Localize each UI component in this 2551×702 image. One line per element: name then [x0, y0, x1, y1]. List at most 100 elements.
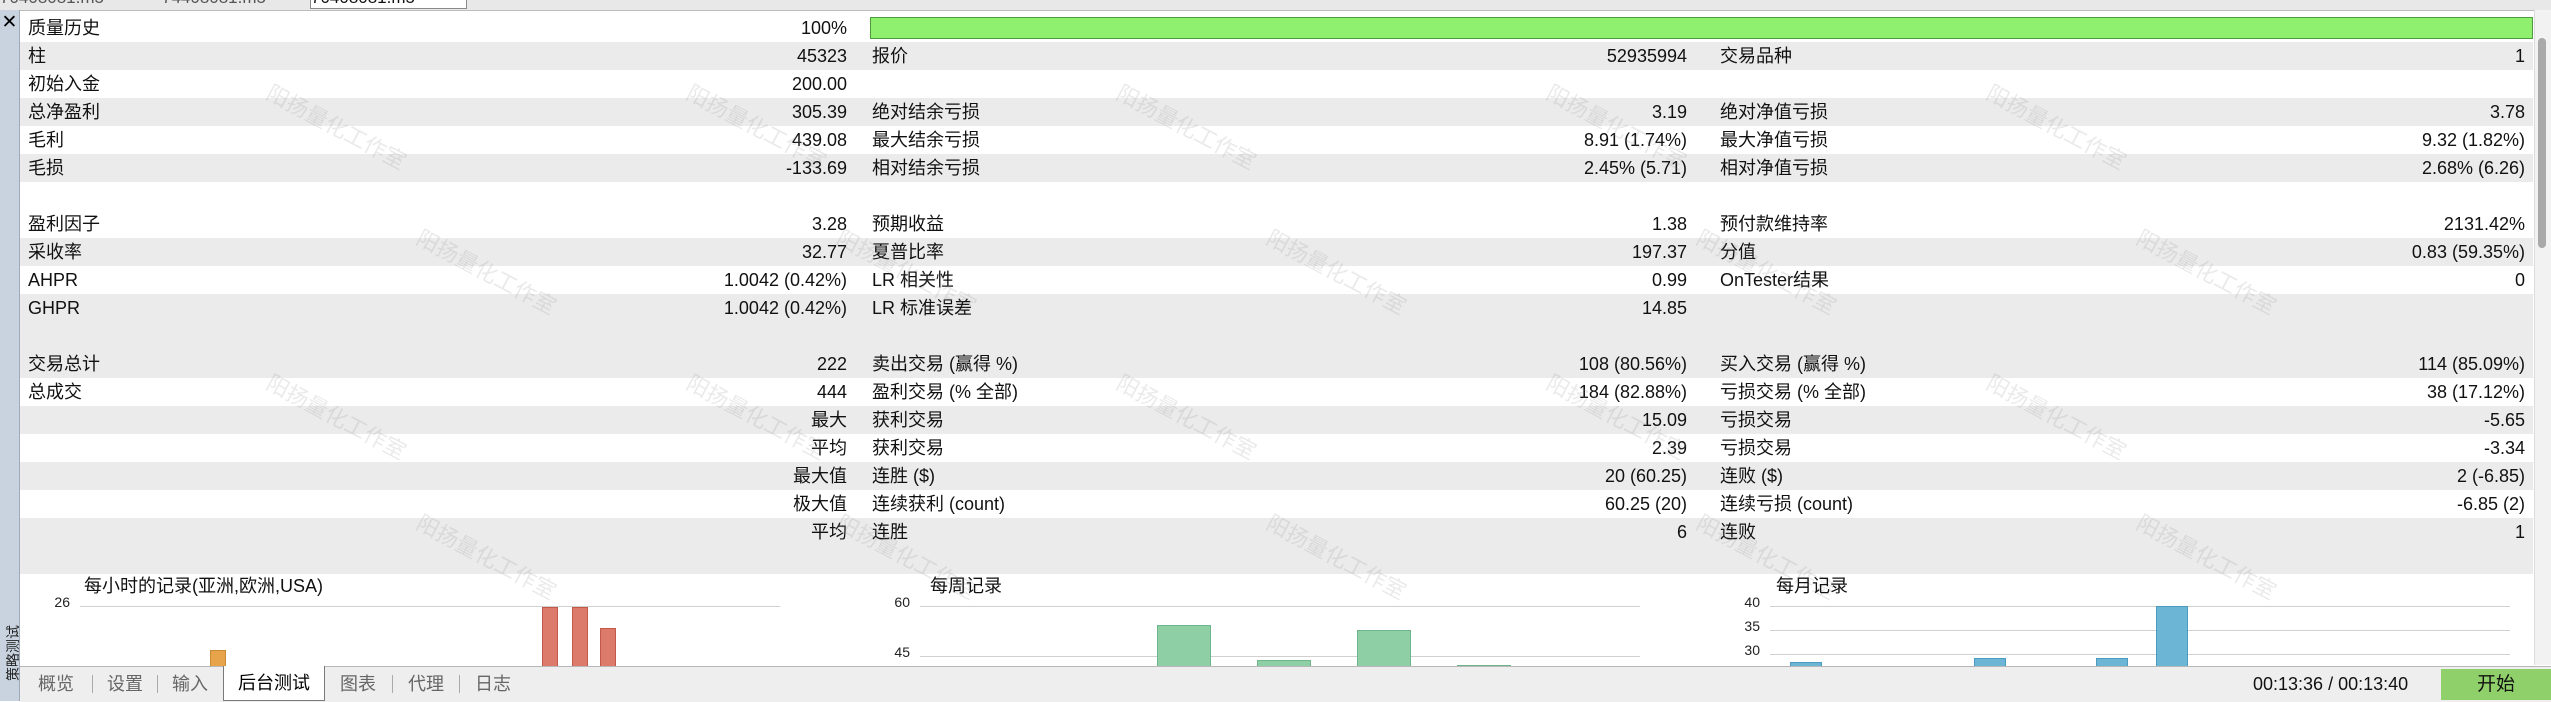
- file-tab-strip: 70408081.m5 74408081.m5 70408081.m5: [0, 0, 2551, 11]
- label-col3: 亏损交易: [1720, 438, 1792, 458]
- label-col2: 相对结余亏损: [872, 158, 980, 178]
- close-icon[interactable]: ✕: [1, 13, 18, 32]
- label-col1: 初始入金: [28, 74, 100, 94]
- value-col3: -5.65: [2483, 410, 2525, 430]
- report-row: 毛损 -133.69 相对结余亏损 2.45% (5.71) 相对净值亏损 2.68% (…: [20, 154, 2533, 182]
- value-col2: 0.99: [1651, 270, 1687, 290]
- value-col1: 444: [816, 382, 847, 402]
- spacer-row: [20, 182, 2533, 210]
- label-col2: 绝对结余亏损: [872, 102, 980, 122]
- value-col2: 197.37: [1631, 242, 1687, 262]
- tab-journal[interactable]: 日志: [460, 667, 526, 701]
- report-row: 交易总计 222 卖出交易 (赢得 %) 108 (80.56%) 买入交易 (赢得 %…: [20, 350, 2533, 378]
- scrollbar-thumb[interactable]: [2538, 38, 2546, 248]
- label-col2: LR 标准误差: [872, 298, 973, 318]
- report-row: 采收率 32.77 夏普比率 197.37 分值 0.83 (59.35%): [20, 238, 2533, 266]
- label-col1: AHPR: [28, 270, 79, 290]
- label-col2: 盈利交易 (% 全部): [872, 382, 1018, 402]
- value-col3: 2 (-6.85): [2456, 466, 2525, 486]
- value-col1: 1.0042 (0.42%): [723, 298, 847, 318]
- value-col3: -6.85 (2): [2456, 494, 2525, 514]
- tab-overview[interactable]: 概览: [20, 667, 92, 701]
- value-col2: 108 (80.56%): [1578, 354, 1687, 374]
- spacer-row: [20, 322, 2533, 350]
- value-col2: 2.45% (5.71): [1583, 158, 1687, 178]
- spacer-row: [20, 546, 2533, 574]
- bar-week-3: [1357, 630, 1411, 669]
- backtest-report: 质量历史 100% 柱 45323 报价 52935994 交易品种 1 初始入金 200.0…: [20, 14, 2533, 574]
- label-col3: 亏损交易: [1720, 410, 1792, 430]
- y-tick: 26: [54, 594, 70, 610]
- value-col2: 14.85: [1641, 298, 1687, 318]
- value-col2: 3.19: [1651, 102, 1687, 122]
- label-col3: 连败: [1720, 522, 1756, 542]
- report-row: 平均 连胜 6 连败 1: [20, 518, 2533, 546]
- gridline: [920, 606, 1640, 607]
- report-row: 柱 45323 报价 52935994 交易品种 1: [20, 42, 2533, 70]
- value-col1: 极大值: [793, 494, 847, 514]
- value-col1: 305.39: [791, 102, 847, 122]
- file-tab[interactable]: 74408081.m5: [162, 0, 312, 8]
- value-col3: 1: [2514, 46, 2525, 66]
- label-col1: 盈利因子: [28, 214, 100, 234]
- tab-settings[interactable]: 设置: [93, 667, 157, 701]
- label-col2: 连胜 ($): [872, 466, 935, 486]
- label-col3: 连败 ($): [1720, 466, 1783, 486]
- y-tick: 30: [1744, 642, 1760, 658]
- label-col2: 连胜: [872, 522, 908, 542]
- report-row: 毛利 439.08 最大结余亏损 8.91 (1.74%) 最大净值亏损 9.32 (1.…: [20, 126, 2533, 154]
- label-col2: 报价: [872, 46, 908, 66]
- file-tab-active[interactable]: 70408081.m5: [310, 0, 467, 9]
- chart-title: 每月记录: [1776, 576, 1848, 596]
- file-tab[interactable]: 70408081.m5: [0, 0, 150, 8]
- value-col3: 38 (17.12%): [2426, 382, 2525, 402]
- bar-month-7: [2156, 606, 2188, 669]
- quality-label: 质量历史: [28, 18, 100, 38]
- label-col1: 毛利: [28, 130, 64, 150]
- value-col1: 32.77: [801, 242, 847, 262]
- label-col2: 获利交易: [872, 410, 944, 430]
- label-col3: 相对净值亏损: [1720, 158, 1828, 178]
- label-col2: LR 相关性: [872, 270, 955, 290]
- report-row: 初始入金 200.00: [20, 70, 2533, 98]
- tab-backtest[interactable]: 后台测试: [223, 666, 325, 701]
- value-col2: 2.39: [1651, 438, 1687, 458]
- quality-value: 100%: [800, 18, 847, 38]
- value-col1: -133.69: [785, 158, 847, 178]
- monthly-chart: 每月记录 40 35 30: [1730, 572, 2530, 669]
- value-col3: 114 (85.09%): [2418, 354, 2525, 374]
- label-col3: 分值: [1720, 242, 1756, 262]
- report-row: 盈利因子 3.28 预期收益 1.38 预付款维持率 2131.42%: [20, 210, 2533, 238]
- hourly-chart: 每小时的记录(亚洲,欧洲,USA) 26: [40, 572, 830, 669]
- value-col1: 平均: [811, 438, 847, 458]
- bottom-tab-bar: 概览 设置 输入 后台测试 图表 代理 日志 00:13:36 / 00:13:…: [20, 666, 2551, 702]
- value-col2: 60.25 (20): [1604, 494, 1687, 514]
- label-col1: 柱: [28, 46, 46, 66]
- bar-hour-12: [542, 607, 558, 669]
- panel-vertical-label: 策略测试: [5, 625, 21, 681]
- report-row: GHPR 1.0042 (0.42%) LR 标准误差 14.85: [20, 294, 2533, 322]
- value-col2: 20 (60.25): [1604, 466, 1687, 486]
- tab-inputs[interactable]: 输入: [158, 667, 222, 701]
- vertical-scrollbar[interactable]: [2534, 10, 2551, 665]
- tab-graph[interactable]: 图表: [324, 667, 392, 701]
- value-col1: 45323: [796, 46, 847, 66]
- value-col2: 52935994: [1606, 46, 1687, 66]
- label-col2: 卖出交易 (赢得 %): [872, 354, 1018, 374]
- value-col1: 最大: [811, 410, 847, 430]
- value-col1: 最大值: [793, 466, 847, 486]
- report-row: 总净盈利 305.39 绝对结余亏损 3.19 绝对净值亏损 3.78: [20, 98, 2533, 126]
- label-col1: 总成交: [28, 382, 82, 402]
- value-col2: 6: [1676, 522, 1687, 542]
- value-col3: 2131.42%: [2443, 214, 2525, 234]
- report-row: AHPR 1.0042 (0.42%) LR 相关性 0.99 OnTester结果 0: [20, 266, 2533, 294]
- label-col1: 采收率: [28, 242, 82, 262]
- weekly-chart: 每周记录 60 45: [880, 572, 1660, 669]
- label-col3: 买入交易 (赢得 %): [1720, 354, 1866, 374]
- value-col1: 3.28: [811, 214, 847, 234]
- value-col1: 1.0042 (0.42%): [723, 270, 847, 290]
- start-button[interactable]: 开始: [2441, 669, 2551, 700]
- gridline: [80, 606, 780, 607]
- tab-agents[interactable]: 代理: [393, 667, 459, 701]
- value-col3: -3.34: [2483, 438, 2525, 458]
